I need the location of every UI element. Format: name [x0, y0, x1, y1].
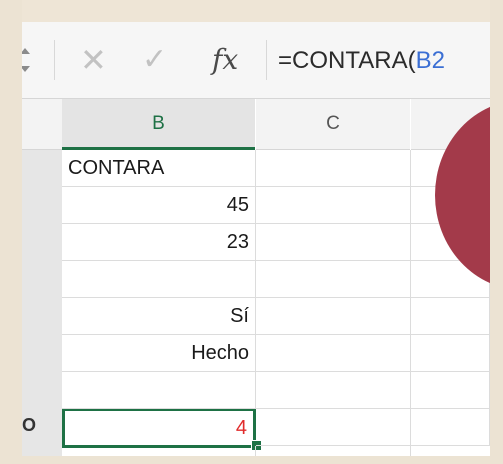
window-bottom-frame [0, 456, 503, 464]
formula-cell-reference: B2 [415, 47, 445, 74]
formula-bar: ✕ ✓ fx =CONTARA(B2 [22, 22, 490, 99]
corner-header[interactable] [22, 99, 62, 150]
column-header-label: C [326, 113, 340, 134]
cell-d6[interactable] [411, 298, 490, 335]
row-header-fragment: O [22, 415, 37, 435]
cell-c5[interactable] [256, 261, 411, 298]
cell-c6[interactable] [256, 298, 411, 335]
column-header-label: B [152, 113, 165, 134]
column-header-c[interactable]: C [256, 99, 410, 150]
formula-text: =CONTARA( [278, 47, 416, 74]
window-right-frame [490, 0, 503, 464]
chevron-down-icon[interactable] [22, 66, 30, 72]
cell-c8[interactable] [256, 372, 411, 409]
column-header-b[interactable]: B [62, 99, 255, 150]
window-left-frame [0, 0, 22, 464]
formula-bar-divider [266, 40, 267, 80]
chevron-up-icon[interactable] [22, 48, 30, 54]
cancel-icon[interactable]: ✕ [80, 42, 107, 78]
cell-c3[interactable] [256, 187, 411, 224]
cell-d7[interactable] [411, 335, 490, 372]
insert-function-icon[interactable]: fx [212, 40, 238, 80]
cell-c7[interactable] [256, 335, 411, 372]
window-top-strip [0, 0, 503, 22]
cell-b8-selected[interactable]: 4 [62, 408, 256, 448]
spreadsheet: ✕ ✓ fx =CONTARA(B2 O B C CONTARA 45 23 S… [22, 22, 490, 456]
cell-b2[interactable]: CONTARA [62, 150, 256, 187]
cell-b6[interactable]: Sí [62, 298, 256, 335]
cell-d8[interactable] [411, 372, 490, 409]
name-box-stepper[interactable] [22, 44, 38, 78]
formula-input[interactable]: =CONTARA(B2 [278, 44, 445, 78]
cell-c10[interactable] [256, 446, 411, 456]
cell-c2[interactable] [256, 150, 411, 187]
cell-b3[interactable]: 45 [62, 187, 256, 224]
cell-c9[interactable] [256, 409, 411, 446]
cell-b7[interactable]: Hecho [62, 335, 256, 372]
cell-b-blank[interactable] [62, 372, 256, 409]
cell-d9[interactable] [411, 409, 490, 446]
cell-b5[interactable] [62, 261, 256, 298]
confirm-icon[interactable]: ✓ [142, 42, 167, 78]
cell-c4[interactable] [256, 224, 411, 261]
cell-b-bottom[interactable] [62, 446, 256, 456]
formula-bar-divider [54, 40, 55, 80]
cell-b4[interactable]: 23 [62, 224, 256, 261]
